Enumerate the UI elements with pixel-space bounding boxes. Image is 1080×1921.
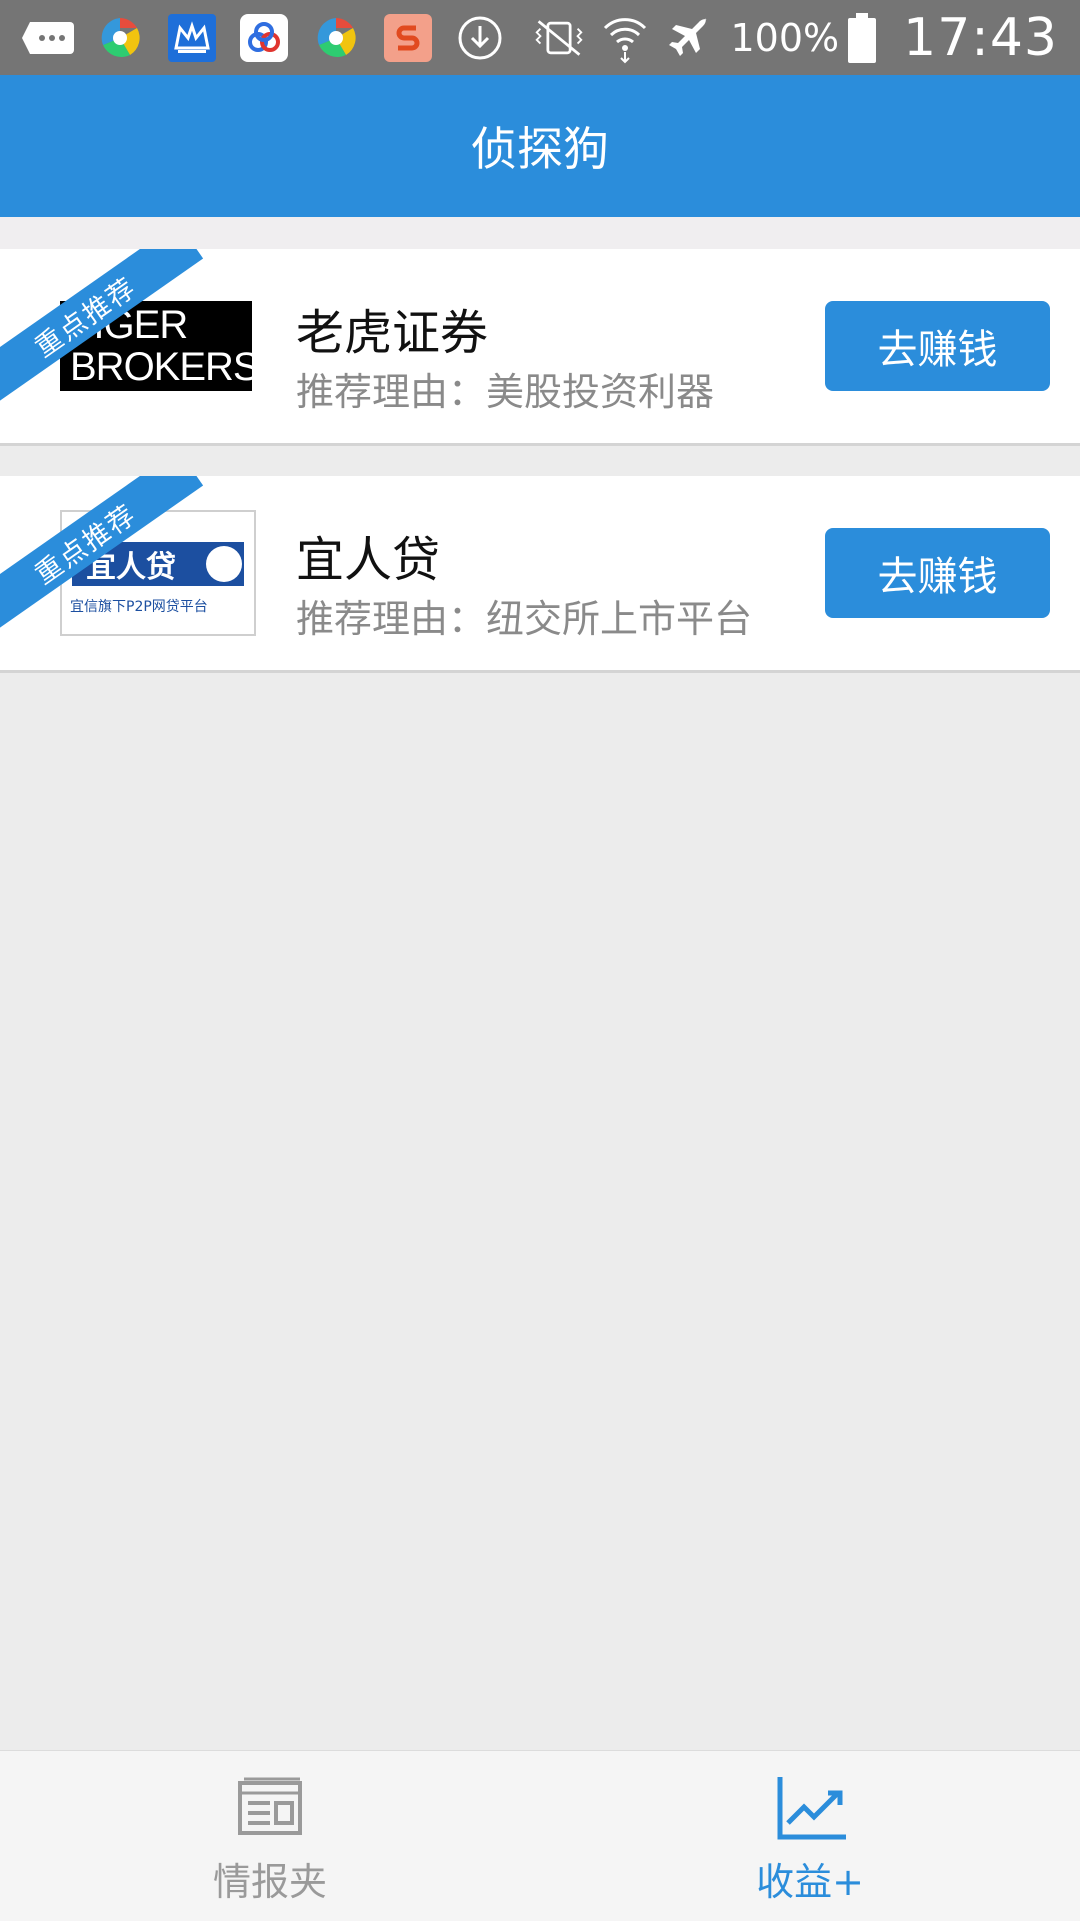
earn-money-button[interactable]: 去赚钱 — [825, 301, 1050, 391]
product-card-yirendai[interactable]: 宜人贷 宜信旗下P2P网贷平台 重点推荐 宜人贷 推荐理由：纽交所上市平台 去赚… — [0, 476, 1080, 673]
tab-intel-folder[interactable]: 情报夹 — [0, 1751, 540, 1921]
tab-label: 收益+ — [756, 1860, 864, 1904]
product-name: 老虎证券 — [296, 305, 489, 361]
airplane-mode-icon — [665, 12, 717, 64]
product-name: 宜人贷 — [296, 532, 441, 588]
status-bar: 100% 17:43 — [0, 0, 1080, 75]
card-spacer — [0, 446, 1080, 476]
earn-money-button[interactable]: 去赚钱 — [825, 528, 1050, 618]
list-top-spacer — [0, 217, 1080, 249]
browser-icon — [310, 12, 362, 64]
line-chart-icon — [770, 1773, 850, 1843]
sogou-icon — [382, 12, 434, 64]
cloud-icon — [238, 12, 290, 64]
product-reason: 推荐理由：美股投资利器 — [296, 370, 715, 414]
newspaper-icon — [230, 1773, 310, 1843]
clock: 17:43 — [903, 7, 1058, 68]
product-reason: 推荐理由：纽交所上市平台 — [296, 597, 753, 641]
app-header: 侦探狗 — [0, 75, 1080, 217]
battery-icon — [847, 12, 877, 64]
page-title: 侦探狗 — [471, 122, 609, 176]
bottom-nav: 情报夹 收益+ — [0, 1750, 1080, 1921]
download-icon — [454, 12, 506, 64]
browser-icon — [94, 12, 146, 64]
battery-percent: 100% — [730, 15, 840, 60]
vibrate-icon — [533, 12, 585, 64]
chat-icon — [22, 12, 74, 64]
tab-label: 情报夹 — [212, 1860, 327, 1904]
person-icon — [206, 546, 242, 582]
wifi-icon — [599, 12, 651, 64]
tab-earnings[interactable]: 收益+ — [540, 1751, 1080, 1921]
crown-icon — [166, 12, 218, 64]
product-card-tiger-brokers[interactable]: TIGER BROKERS 重点推荐 老虎证券 推荐理由：美股投资利器 去赚钱 — [0, 249, 1080, 446]
